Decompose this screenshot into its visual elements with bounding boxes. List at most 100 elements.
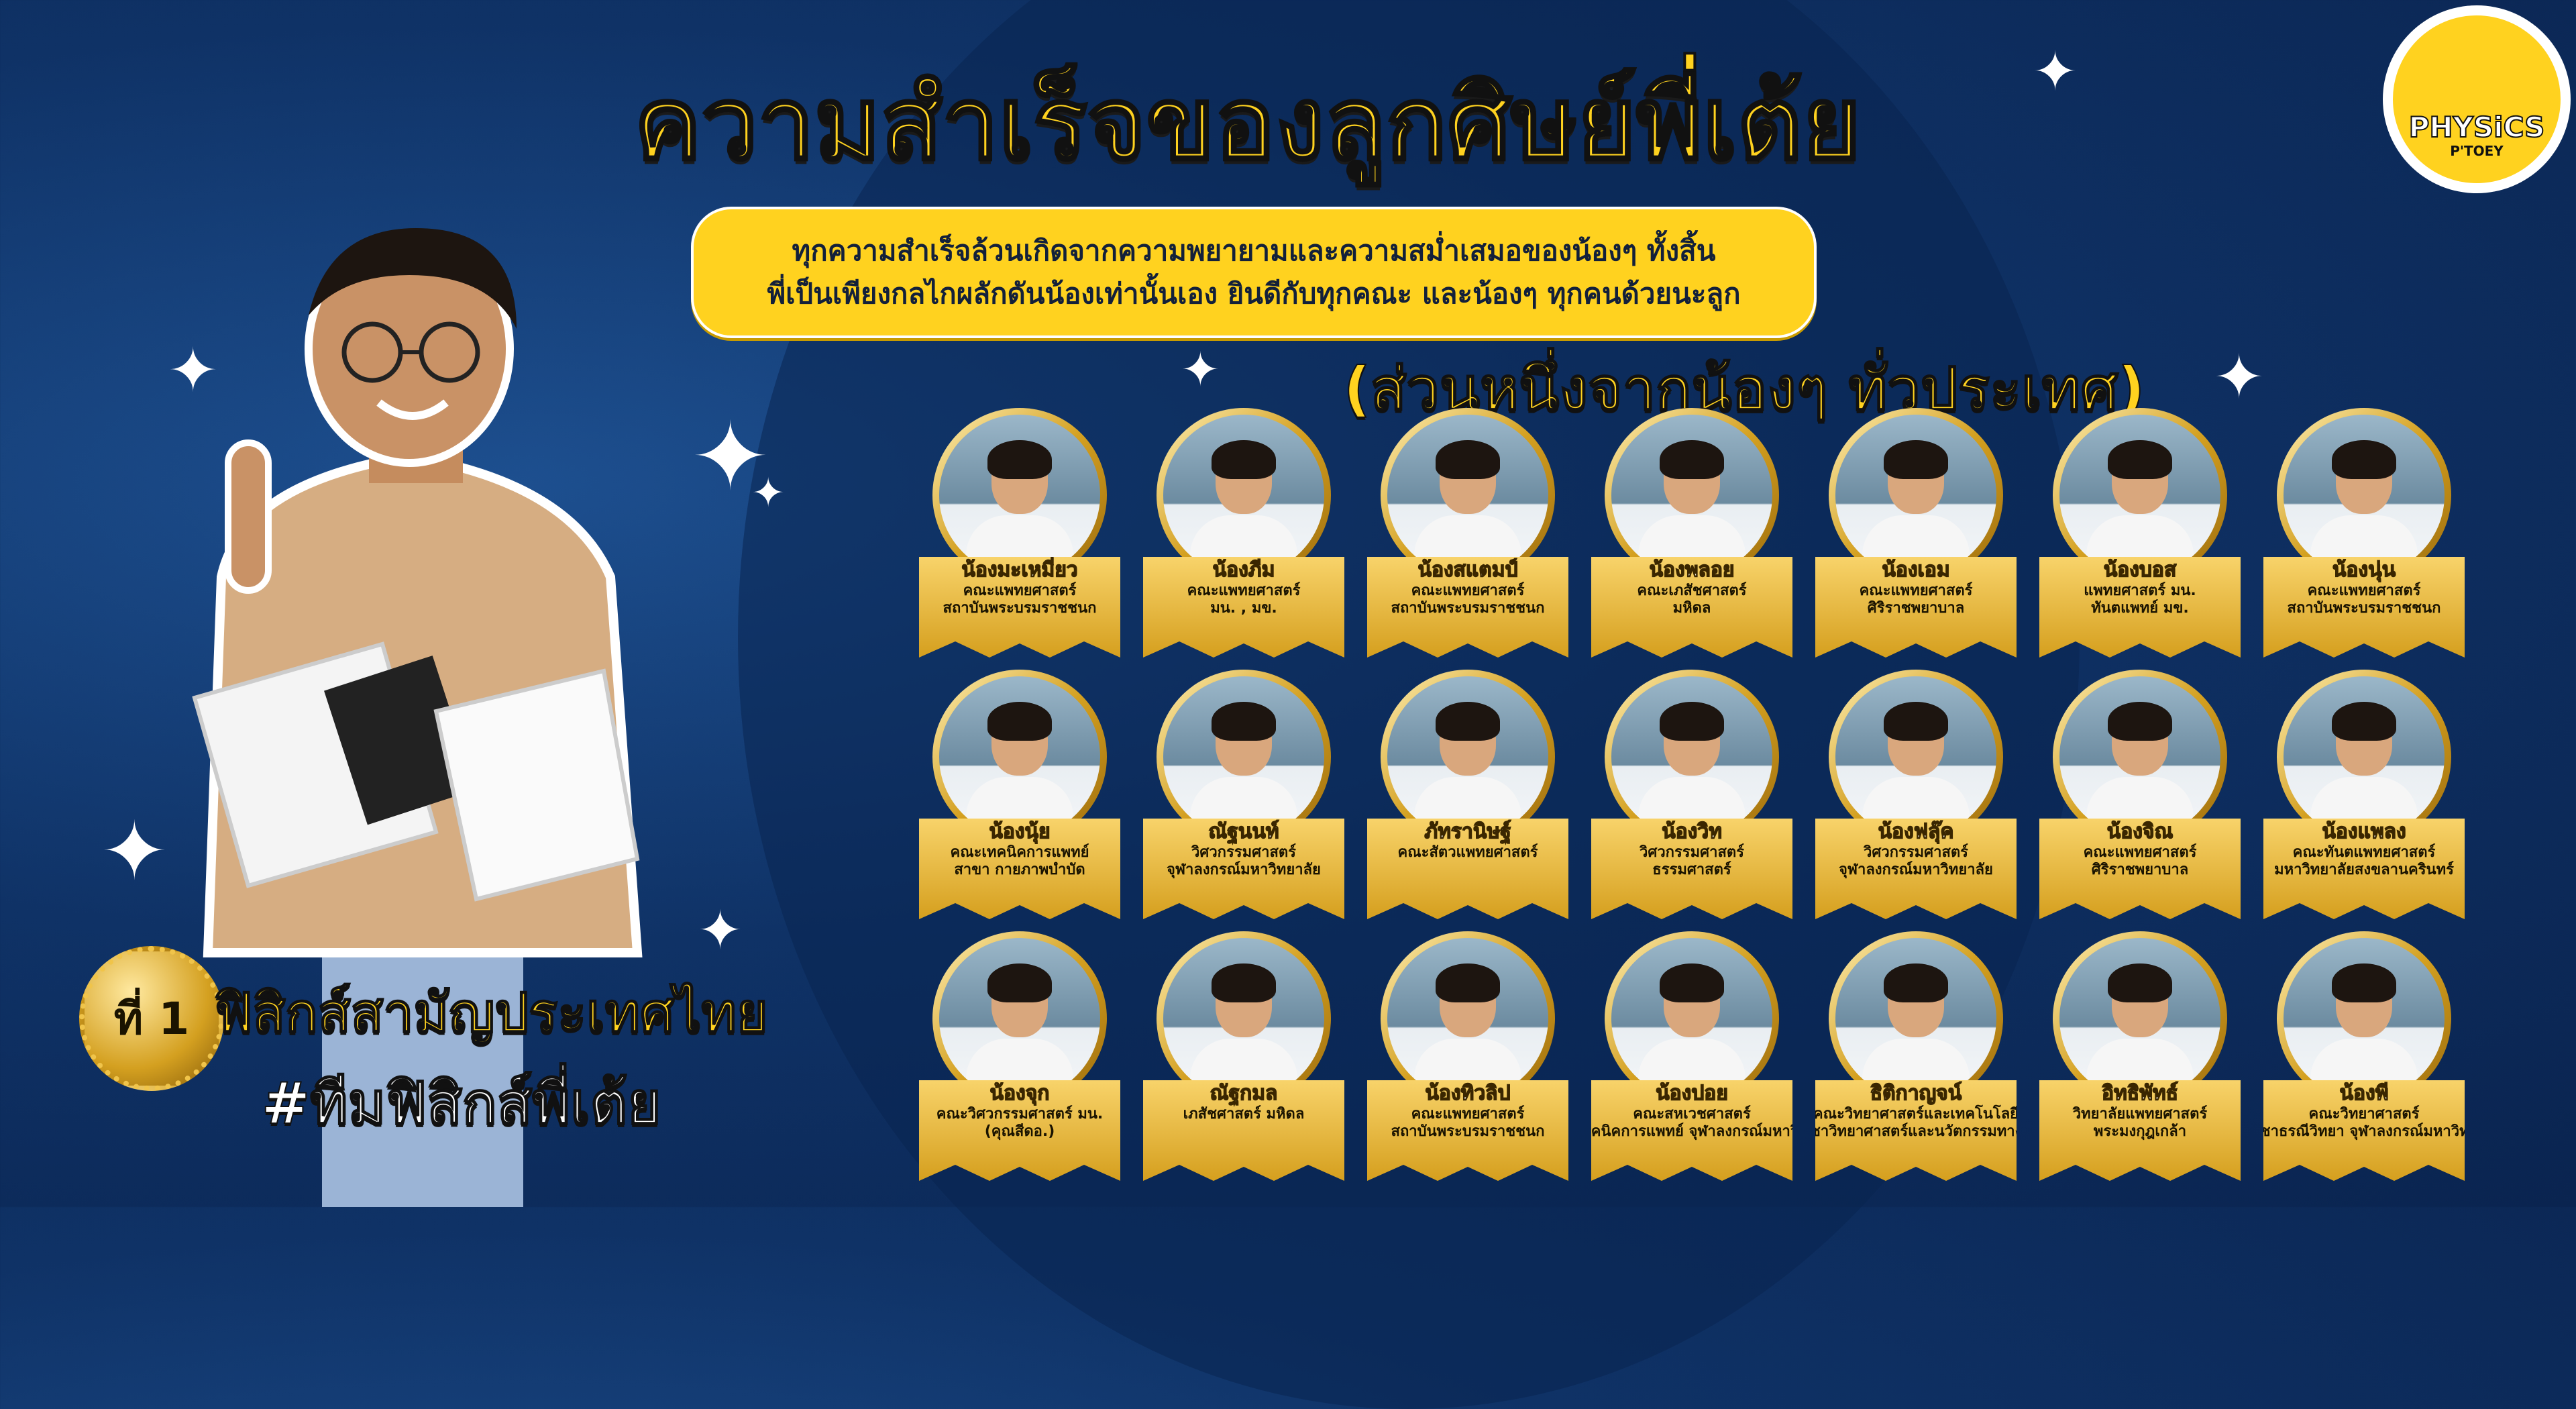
- student-photo: [1387, 415, 1548, 576]
- medal-frame: [2053, 931, 2227, 1106]
- medal-frame: [932, 408, 1107, 582]
- hashtag: #ทีมฟิสิกส์พี่เต้ย: [261, 1069, 662, 1138]
- student-photo: [939, 676, 1100, 837]
- student-photo: [1163, 676, 1324, 837]
- student-card: น้องนุ้ย คณะเทคนิคการแพทย์ สาขา กายภาพบำบั…: [919, 670, 1120, 919]
- student-card: ภัทรานิษฐ์ คณะสัตวแพทยศาสตร์: [1367, 670, 1568, 919]
- student-card: น้องปอย คณะสหเวชศาสตร์ สาขาเทคนิคการแพทย์ …: [1591, 931, 1792, 1181]
- student-institution: ทันตแพทย์ มข.: [2091, 600, 2189, 617]
- student-faculty: คณะทันตแพทยศาสตร์: [2292, 844, 2436, 861]
- student-ribbon: น้องปอย คณะสหเวชศาสตร์ สาขาเทคนิคการแพทย์ …: [1591, 1080, 1792, 1181]
- medal-frame: [1605, 931, 1779, 1106]
- student-faculty: คณะแพทยศาสตร์: [1411, 1106, 1525, 1123]
- student-ribbon: น้องจิณ คณะแพทยศาสตร์ ศิริราชพยาบาล: [2039, 819, 2241, 919]
- medal-frame: [1157, 408, 1331, 582]
- student-faculty: คณะแพทยศาสตร์: [1411, 582, 1525, 599]
- student-institution: มหิดล: [1672, 600, 1711, 617]
- student-faculty: คณะแพทยศาสตร์: [2307, 582, 2421, 599]
- student-photo: [1611, 938, 1772, 1099]
- brand-logo: PHYSiCS P'TOEY: [2383, 5, 2571, 193]
- first-place-badge: ที่ 1: [79, 946, 224, 1091]
- sparkle-icon: ✦: [2214, 342, 2265, 413]
- medal-frame: [1605, 670, 1779, 844]
- student-institution: สถาบันพระบรมราชชนก: [1391, 1123, 1545, 1140]
- logo-main-text: PHYSiCS: [2408, 111, 2546, 144]
- student-photo: [2284, 415, 2445, 576]
- student-institution: มน. , มข.: [1210, 600, 1277, 617]
- student-photo: [2059, 676, 2220, 837]
- student-faculty: คณะแพทยศาสตร์: [1859, 582, 1973, 599]
- medal-frame: [2053, 408, 2227, 582]
- student-card: น้องแพลง คณะทันตแพทยศาสตร์ มหาวิทยาลัยสงขล…: [2263, 670, 2465, 919]
- student-card: น้องจิณ คณะแพทยศาสตร์ ศิริราชพยาบาล: [2039, 670, 2241, 919]
- student-ribbon: น้องเอม คณะแพทยศาสตร์ ศิริราชพยาบาล: [1815, 557, 2017, 658]
- student-faculty: คณะสัตวแพทยศาสตร์: [1397, 844, 1538, 861]
- student-institution: สถาบันพระบรมราชชนก: [1391, 600, 1545, 617]
- student-ribbon: ณัฐนนท์ วิศวกรรมศาสตร์ จุฬาลงกรณ์มหาวิทยาล…: [1143, 819, 1344, 919]
- student-institution: จุฬาลงกรณ์มหาวิทยาลัย: [1167, 862, 1321, 878]
- medal-frame: [2053, 670, 2227, 844]
- student-ribbon: อิทธิพัทธ์ วิทยาลัยแพทยศาสตร์ พระมงกุฎเกล้…: [2039, 1080, 2241, 1181]
- student-card: น้องมะเหมี่ยว คณะแพทยศาสตร์ สถาบันพระบรมรา…: [919, 408, 1120, 658]
- student-ribbon: น้องจุก คณะวิศวกรรมศาสตร์ มน. (คุณสีดอ.): [919, 1080, 1120, 1181]
- student-card: น้องพี คณะวิทยาศาสตร์ ภาควิชาธรณีวิทยา จุฬ…: [2263, 931, 2465, 1181]
- student-institution: จุฬาลงกรณ์มหาวิทยาลัย: [1839, 862, 1993, 878]
- student-card: ธิติกาญจน์ คณะวิทยาศาสตร์และเทคโนโลยี สาขา…: [1815, 931, 2017, 1181]
- student-faculty: คณะเทคนิคการแพทย์: [950, 844, 1089, 861]
- student-institution: ศิริราชพยาบาล: [1867, 600, 1965, 617]
- student-ribbon: น้องนุ่น คณะแพทยศาสตร์ สถาบันพระบรมราชชนก: [2263, 557, 2465, 658]
- student-faculty: วิศวกรรมศาสตร์: [1640, 844, 1744, 861]
- student-institution: (คุณสีดอ.): [984, 1123, 1055, 1140]
- sparkle-icon: ✦: [751, 470, 786, 517]
- student-grid: น้องมะเหมี่ยว คณะแพทยศาสตร์ สถาบันพระบรมรา…: [919, 408, 2502, 1203]
- student-name: ภัทรานิษฐ์: [1424, 819, 1512, 843]
- medal-frame: [1381, 931, 1555, 1106]
- medal-frame: [1829, 931, 2003, 1106]
- student-photo: [1835, 938, 1996, 1099]
- student-card: น้องนุ่น คณะแพทยศาสตร์ สถาบันพระบรมราชชนก: [2263, 408, 2465, 658]
- student-institution: ศิริราชพยาบาล: [2091, 862, 2189, 878]
- student-name: อิทธิพัทธ์: [2101, 1081, 2178, 1105]
- subtitle-line-2: พี่เป็นเพียงกลไกผลักดันน้องเท่านั้นเอง ย…: [767, 277, 1741, 310]
- student-ribbon: น้องภีม คณะแพทยศาสตร์ มน. , มข.: [1143, 557, 1344, 658]
- medal-frame: [932, 931, 1107, 1106]
- medal-frame: [2277, 931, 2451, 1106]
- student-photo: [939, 415, 1100, 576]
- student-ribbon: น้องทิวลิป คณะแพทยศาสตร์ สถาบันพระบรมราชชน…: [1367, 1080, 1568, 1181]
- medal-frame: [1157, 931, 1331, 1106]
- student-name: น้องทิวลิป: [1425, 1081, 1511, 1105]
- student-photo: [939, 938, 1100, 1099]
- student-institution: สาขา กายภาพบำบัด: [954, 862, 1085, 878]
- medal-frame: [1381, 408, 1555, 582]
- student-institution: สาขาเทคนิคการแพทย์ จุฬาลงกรณ์มหาวิทยาลัย: [1540, 1123, 1843, 1140]
- student-photo: [1163, 415, 1324, 576]
- sparkle-icon: ✦: [1181, 342, 1220, 397]
- page-title: ความสำเร็จของลูกศิษย์พี่เต้ย: [633, 64, 1862, 184]
- student-ribbon: น้องมะเหมี่ยว คณะแพทยศาสตร์ สถาบันพระบรมรา…: [919, 557, 1120, 658]
- student-name: น้องภีม: [1212, 558, 1275, 582]
- student-faculty: คณะแพทยศาสตร์: [1187, 582, 1301, 599]
- student-photo: [1387, 676, 1548, 837]
- subtitle-box: ทุกความสำเร็จล้วนเกิดจากความพยายามและควา…: [691, 207, 1817, 338]
- medal-frame: [2277, 408, 2451, 582]
- student-name: น้องแพลง: [2322, 819, 2407, 843]
- student-card: อิทธิพัทธ์ วิทยาลัยแพทยศาสตร์ พระมงกุฎเกล้…: [2039, 931, 2241, 1181]
- student-ribbon: น้องฟลุ๊ค วิศวกรรมศาสตร์ จุฬาลงกรณ์มหาวิทย…: [1815, 819, 2017, 919]
- student-card: น้องบอส แพทยศาสตร์ มน. ทันตแพทย์ มข.: [2039, 408, 2241, 658]
- student-name: ณัฐกมล: [1210, 1081, 1278, 1105]
- student-photo: [2284, 676, 2445, 837]
- student-photo: [2059, 938, 2220, 1099]
- student-card: น้องเอม คณะแพทยศาสตร์ ศิริราชพยาบาล: [1815, 408, 2017, 658]
- student-ribbon: ธิติกาญจน์ คณะวิทยาศาสตร์และเทคโนโลยี สาขา…: [1815, 1080, 2017, 1181]
- medal-frame: [932, 670, 1107, 844]
- student-card: น้องภีม คณะแพทยศาสตร์ มน. , มข.: [1143, 408, 1344, 658]
- logo-sub-text: P'TOEY: [2450, 143, 2504, 159]
- sparkle-icon: ✦: [2033, 40, 2078, 103]
- student-name: น้องเอม: [1882, 558, 1951, 582]
- student-name: น้องจิณ: [2106, 819, 2174, 843]
- student-photo: [2284, 938, 2445, 1099]
- student-faculty: วิศวกรรมศาสตร์: [1864, 844, 1968, 861]
- student-card: น้องทิวลิป คณะแพทยศาสตร์ สถาบันพระบรมราชชน…: [1367, 931, 1568, 1181]
- student-name: น้องฟลุ๊ค: [1878, 819, 1954, 843]
- student-ribbon: น้องพี คณะวิทยาศาสตร์ ภาควิชาธรณีวิทยา จุฬ…: [2263, 1080, 2465, 1181]
